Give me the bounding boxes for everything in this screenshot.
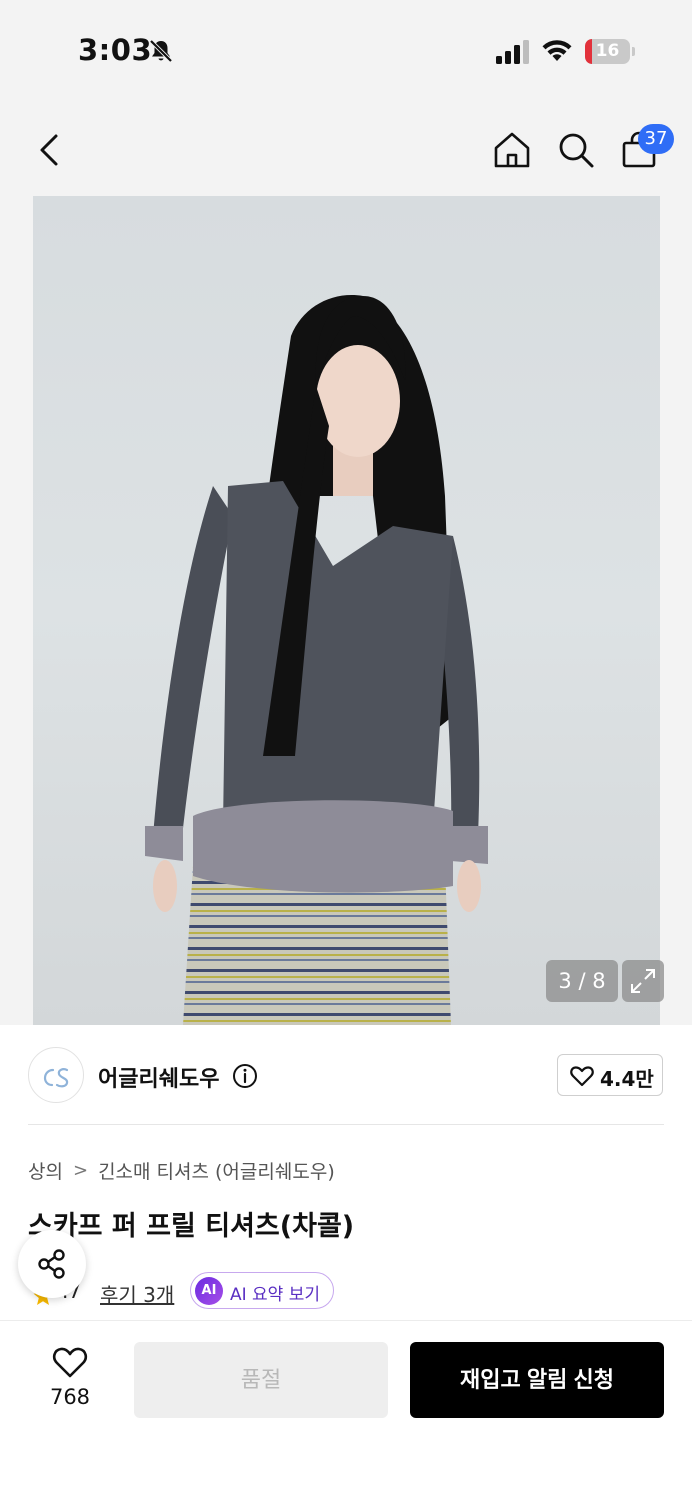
breadcrumb: 상의 > 긴소매 티셔츠 (어글리쉐도우) — [28, 1157, 335, 1183]
product-photo-illustration — [145, 295, 488, 1025]
ai-badge-icon: AI — [195, 1277, 223, 1305]
heart-outline-icon — [570, 1066, 594, 1087]
store-like-button[interactable]: 4.4만 — [557, 1054, 663, 1096]
store-logo[interactable] — [28, 1047, 84, 1103]
back-chevron-icon[interactable] — [30, 128, 70, 172]
restock-alert-button[interactable]: 재입고 알림 신청 — [410, 1342, 664, 1418]
reviews-link[interactable]: 후기 3개 — [100, 1279, 174, 1308]
wifi-icon — [542, 40, 572, 61]
status-time: 3:03 — [78, 33, 153, 67]
battery-level: 16 — [595, 41, 620, 61]
battery-body: 16 — [585, 39, 630, 64]
cart-count-badge: 37 — [638, 124, 674, 154]
info-circle-icon[interactable] — [232, 1063, 258, 1089]
home-icon[interactable] — [490, 128, 534, 172]
product-title: 스카프 퍼 프릴 티셔츠(차콜) — [28, 1211, 355, 1242]
cellular-signal-icon — [496, 40, 529, 64]
store-like-count: 4.4만 — [600, 1067, 654, 1091]
ai-summary-label: AI 요약 보기 — [230, 1285, 321, 1305]
image-counter: 3 / 8 — [546, 960, 618, 1002]
store-name[interactable]: 어글리쉐도우 — [98, 1061, 219, 1093]
battery-icon: 16 — [585, 39, 635, 64]
share-button[interactable] — [18, 1230, 86, 1298]
expand-icon — [631, 969, 655, 993]
status-bar: 3:03 16 — [0, 0, 692, 100]
bell-slash-icon — [149, 39, 173, 63]
divider — [28, 1124, 664, 1125]
store-logo-mark — [43, 1068, 69, 1088]
breadcrumb-category[interactable]: 상의 — [28, 1157, 63, 1184]
wishlist-heart-icon[interactable] — [52, 1345, 88, 1379]
expand-image-button[interactable] — [622, 960, 664, 1002]
top-nav — [0, 110, 692, 190]
breadcrumb-separator: > — [72, 1159, 89, 1181]
breadcrumb-subcategory[interactable]: 긴소매 티셔츠 (어글리쉐도우) — [98, 1157, 335, 1184]
ai-summary-button[interactable]: AI AI 요약 보기 — [190, 1272, 334, 1309]
battery-cap — [632, 47, 635, 56]
share-icon — [38, 1249, 65, 1279]
soldout-button: 품절 — [134, 1342, 388, 1418]
wishlist-count: 768 — [49, 1385, 91, 1409]
product-image[interactable] — [33, 196, 660, 1025]
search-icon[interactable] — [554, 128, 598, 172]
